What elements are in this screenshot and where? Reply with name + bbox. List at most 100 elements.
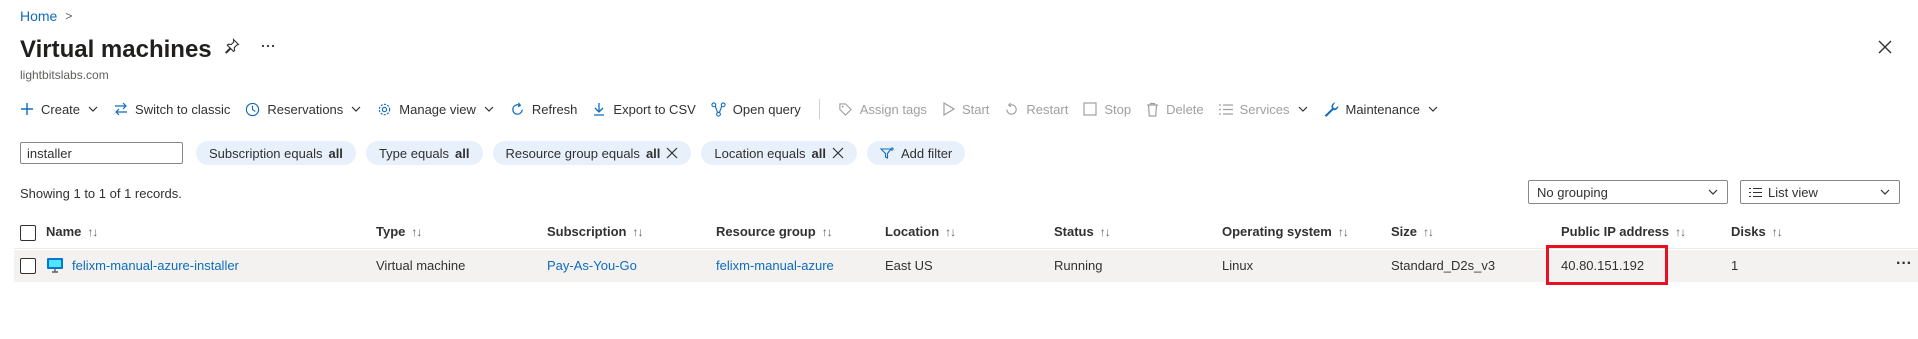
clock-icon [245, 102, 260, 117]
pill-value: all [811, 145, 826, 161]
assign-tags-label: Assign tags [859, 101, 927, 117]
subscription-link[interactable]: Pay-As-You-Go [547, 258, 637, 273]
refresh-label: Refresh [531, 101, 578, 117]
pin-icon[interactable] [224, 38, 240, 54]
resource-group-link[interactable]: felixm-manual-azure [716, 258, 834, 273]
vm-name-link[interactable]: felixm-manual-azure-installer [72, 258, 239, 273]
vm-size: Standard_D2s_v3 [1391, 258, 1496, 273]
sort-icon: ↑↓ [945, 224, 956, 239]
close-icon[interactable] [832, 147, 844, 159]
sort-icon: ↑↓ [1423, 224, 1434, 239]
add-filter-icon [879, 146, 895, 160]
view-dropdown[interactable]: List view [1740, 180, 1900, 204]
chevron-down-icon [87, 103, 99, 115]
plus-icon [20, 102, 34, 116]
column-label: Public IP address [1561, 224, 1670, 239]
sort-icon: ↑↓ [1675, 224, 1686, 239]
vm-type: Virtual machine [376, 258, 466, 273]
column-label: Name [46, 224, 82, 239]
column-header-status[interactable]: Status ↑↓ [1054, 224, 1111, 239]
tag-icon [838, 102, 853, 117]
sort-icon: ↑↓ [87, 224, 98, 239]
column-header-resource-group[interactable]: Resource group ↑↓ [716, 224, 833, 239]
column-label: Status [1054, 224, 1094, 239]
location-filter-pill[interactable]: Location equals all [701, 141, 857, 165]
column-header-os[interactable]: Operating system ↑↓ [1222, 224, 1349, 239]
toolbar-divider [818, 99, 820, 119]
manage-view-label: Manage view [399, 101, 476, 117]
pill-value: all [645, 145, 661, 161]
column-header-name[interactable]: Name ↑↓ [46, 224, 98, 239]
assign-tags-button[interactable]: Assign tags [838, 102, 927, 117]
start-label: Start [961, 101, 990, 117]
row-checkbox[interactable] [20, 258, 36, 274]
play-icon [942, 102, 955, 116]
manage-view-button[interactable]: Manage view [377, 102, 495, 117]
column-header-subscription[interactable]: Subscription ↑↓ [547, 224, 643, 239]
column-header-public-ip[interactable]: Public IP address ↑↓ [1561, 224, 1686, 239]
view-selected: List view [1768, 184, 1818, 200]
delete-button[interactable]: Delete [1146, 102, 1204, 117]
export-csv-button[interactable]: Export to CSV [592, 101, 696, 117]
pill-value: all [455, 145, 470, 161]
reservations-label: Reservations [267, 101, 344, 117]
close-icon[interactable] [1878, 40, 1892, 54]
column-label: Disks [1731, 224, 1766, 239]
grouping-dropdown[interactable]: No grouping [1528, 180, 1728, 204]
sort-icon: ↑↓ [411, 224, 422, 239]
sort-icon: ↑↓ [632, 224, 643, 239]
vm-os: Linux [1222, 258, 1254, 273]
filter-search-input[interactable] [20, 142, 183, 164]
chevron-down-icon [350, 103, 362, 115]
column-header-size[interactable]: Size ↑↓ [1391, 224, 1434, 239]
grouping-selected: No grouping [1537, 184, 1608, 200]
command-bar: Create Switch to classic Reservations Ma… [20, 98, 1454, 120]
chevron-down-icon [483, 103, 495, 115]
chevron-down-icon [1879, 186, 1891, 198]
filter-pills: Subscription equals all Type equals all … [196, 141, 966, 165]
export-csv-label: Export to CSV [613, 101, 696, 117]
switch-to-classic-button[interactable]: Switch to classic [114, 102, 230, 117]
chevron-down-icon [1427, 103, 1439, 115]
services-button[interactable]: Services [1218, 101, 1309, 117]
column-label: Location [885, 224, 940, 239]
reservations-button[interactable]: Reservations [245, 102, 362, 117]
pill-value: all [328, 145, 343, 161]
chevron-down-icon [1707, 186, 1719, 198]
wrench-icon [1324, 101, 1339, 117]
type-filter-pill[interactable]: Type equals all [365, 141, 483, 165]
column-header-location[interactable]: Location ↑↓ [885, 224, 956, 239]
breadcrumb-home-link[interactable]: Home [20, 8, 57, 24]
restart-button[interactable]: Restart [1004, 102, 1068, 117]
refresh-button[interactable]: Refresh [510, 101, 578, 117]
row-more-actions[interactable]: ··· [1896, 255, 1912, 273]
subscription-filter-pill[interactable]: Subscription equals all [196, 141, 356, 165]
restart-label: Restart [1026, 101, 1069, 117]
virtual-machine-icon [46, 256, 64, 274]
column-label: Size [1391, 224, 1418, 239]
stop-button[interactable]: Stop [1083, 102, 1131, 117]
create-button[interactable]: Create [20, 102, 99, 117]
close-icon[interactable] [666, 147, 678, 159]
resource-group-filter-pill[interactable]: Resource group equals all [492, 141, 692, 165]
services-label: Services [1239, 101, 1290, 117]
breadcrumb-chevron: > [65, 9, 73, 23]
chevron-down-icon [1297, 103, 1309, 115]
ellipsis-icon[interactable] [260, 38, 276, 54]
start-button[interactable]: Start [942, 102, 989, 117]
maintenance-button[interactable]: Maintenance [1324, 102, 1439, 117]
switch-arrows-icon [114, 102, 128, 116]
add-filter-button[interactable]: Add filter [866, 141, 966, 165]
pill-label: Resource group equals [505, 145, 640, 161]
create-label: Create [41, 101, 81, 117]
list-icon [1218, 103, 1233, 116]
column-header-disks[interactable]: Disks ↑↓ [1731, 224, 1783, 239]
vm-location: East US [885, 258, 933, 273]
open-query-button[interactable]: Open query [711, 102, 801, 117]
vm-disks: 1 [1731, 258, 1739, 273]
sort-icon: ↑↓ [1099, 224, 1111, 239]
column-header-type[interactable]: Type ↑↓ [376, 224, 422, 239]
sort-icon: ↑↓ [1337, 224, 1349, 239]
vm-status: Running [1054, 258, 1103, 273]
select-all-checkbox[interactable] [20, 225, 36, 241]
